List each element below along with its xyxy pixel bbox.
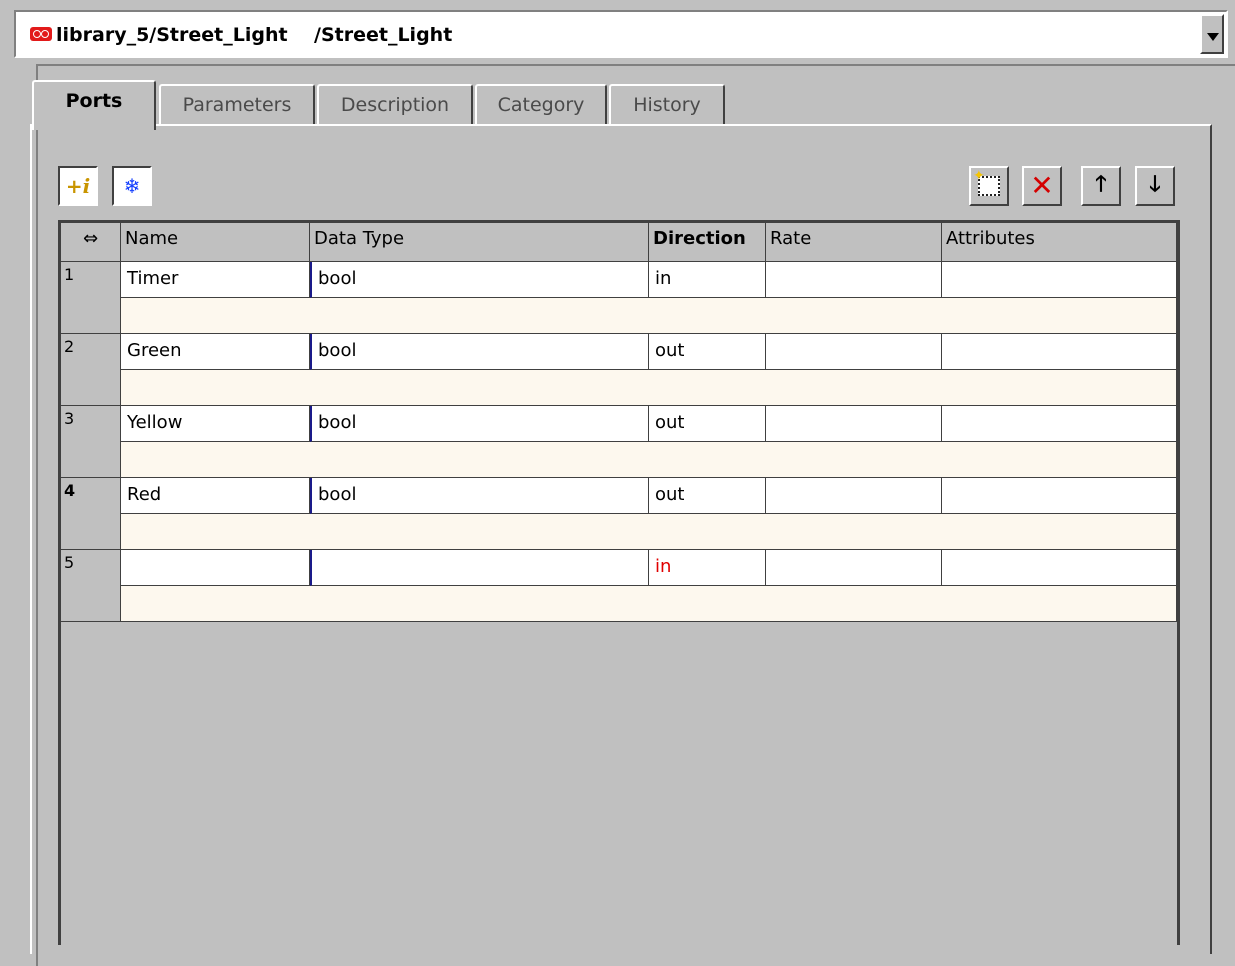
port-attributes-cell[interactable] <box>942 262 1177 298</box>
port-rate-cell[interactable] <box>766 334 942 370</box>
arrow-down-icon: 🡓 <box>1149 172 1161 197</box>
block-icon <box>30 27 52 41</box>
port-direction-cell[interactable]: out <box>649 334 766 370</box>
tab-description[interactable]: Description <box>317 84 473 126</box>
port-rate-cell[interactable] <box>766 478 942 514</box>
port-description-row[interactable] <box>121 442 1177 478</box>
port-name-cell[interactable] <box>121 550 310 586</box>
port-direction-cell[interactable]: in <box>649 262 766 298</box>
port-description-row[interactable] <box>121 586 1177 622</box>
port-name-cell[interactable]: Red <box>121 478 310 514</box>
column-header-data-type[interactable]: Data Type <box>310 222 649 262</box>
delete-icon: ✕ <box>1030 169 1054 202</box>
column-header-attributes[interactable]: Attributes <box>942 222 1177 262</box>
port-rate-cell[interactable] <box>766 550 942 586</box>
port-description-row[interactable] <box>121 514 1177 550</box>
port-name-cell[interactable]: Yellow <box>121 406 310 442</box>
arrow-up-icon: 🡑 <box>1095 172 1107 197</box>
port-type-cell[interactable]: bool <box>310 262 649 298</box>
row-number[interactable]: 5 <box>61 550 121 622</box>
column-resize-icon[interactable]: ⇔ <box>61 222 121 262</box>
move-up-button[interactable]: 🡑 <box>1081 166 1121 206</box>
port-direction-cell[interactable]: out <box>649 406 766 442</box>
tab-parameters[interactable]: Parameters <box>159 84 315 126</box>
port-direction-cell[interactable]: out <box>649 478 766 514</box>
row-number[interactable]: 2 <box>61 334 121 406</box>
column-header-direction[interactable]: Direction <box>649 222 766 262</box>
port-attributes-cell[interactable] <box>942 478 1177 514</box>
port-type-cell[interactable]: bool <box>310 406 649 442</box>
add-info-button[interactable]: +i <box>58 166 98 206</box>
chevron-down-icon[interactable] <box>1200 14 1224 54</box>
port-rate-cell[interactable] <box>766 406 942 442</box>
port-attributes-cell[interactable] <box>942 334 1177 370</box>
tab-category[interactable]: Category <box>475 84 607 126</box>
row-number[interactable]: 1 <box>61 262 121 334</box>
new-row-icon <box>973 168 1000 196</box>
freeze-icon: ❄ <box>123 174 141 198</box>
port-description-row[interactable] <box>121 298 1177 334</box>
port-rate-cell[interactable] <box>766 262 942 298</box>
port-direction-cell[interactable]: in <box>649 550 766 586</box>
port-type-cell[interactable]: bool <box>310 334 649 370</box>
column-header-rate[interactable]: Rate <box>766 222 942 262</box>
port-name-cell[interactable]: Timer <box>121 262 310 298</box>
row-number[interactable]: 4 <box>61 478 121 550</box>
add-info-icon: +i <box>65 174 91 198</box>
tab-history[interactable]: History <box>609 84 725 126</box>
move-down-button[interactable]: 🡓 <box>1135 166 1175 206</box>
row-number[interactable]: 3 <box>61 406 121 478</box>
column-header-name[interactable]: Name <box>121 222 310 262</box>
port-description-row[interactable] <box>121 370 1177 406</box>
port-attributes-cell[interactable] <box>942 406 1177 442</box>
port-type-cell[interactable]: bool <box>310 478 649 514</box>
new-row-button[interactable] <box>969 166 1009 206</box>
delete-button[interactable]: ✕ <box>1022 166 1062 206</box>
port-type-cell[interactable] <box>310 550 649 586</box>
port-name-cell[interactable]: Green <box>121 334 310 370</box>
path-selector[interactable]: library_5/Street_Light /Street_Light <box>14 10 1228 58</box>
path-label: library_5/Street_Light /Street_Light <box>56 24 453 46</box>
tab-ports[interactable]: Ports <box>32 80 156 130</box>
port-attributes-cell[interactable] <box>942 550 1177 586</box>
freeze-button[interactable]: ❄ <box>112 166 152 206</box>
